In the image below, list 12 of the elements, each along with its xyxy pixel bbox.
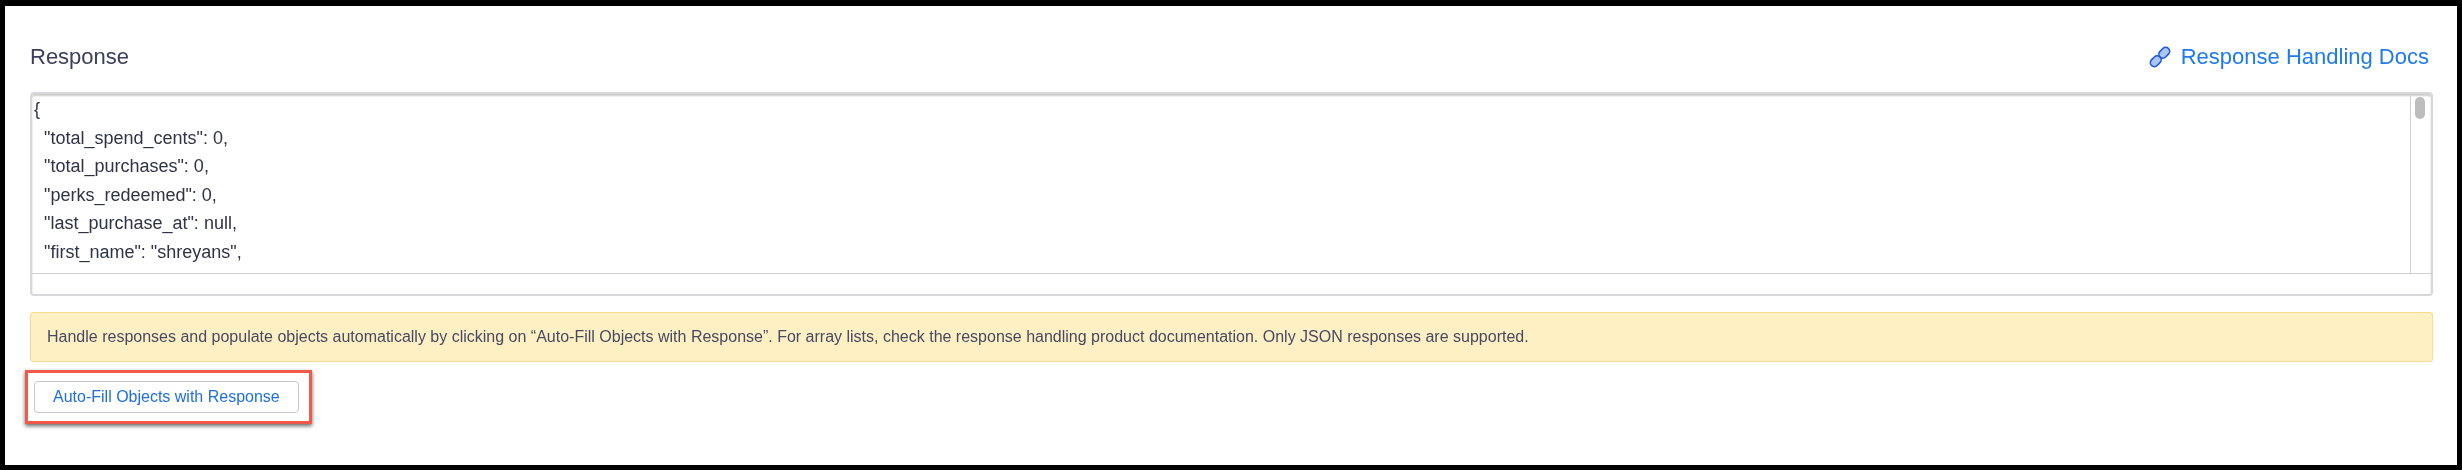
info-notice: Handle responses and populate objects automatically by clicking on “Auto-Fill Objects with Response”. For array lists, check the response handling product documentation. Only JSON responses are supported. [30, 312, 2433, 362]
autofill-button[interactable]: Auto-Fill Objects with Response [34, 381, 299, 413]
section-title: Response [30, 44, 130, 70]
code-line: "first_name": "shreyans", [43, 240, 243, 265]
scrollbar-thumb[interactable] [2415, 97, 2425, 119]
code-line: "total_purchases": 0, [43, 155, 210, 179]
code-line: "total_spend_cents": 0, [43, 126, 229, 151]
code-line: "perks_redeemed": 0, [43, 183, 218, 208]
code-line: { [34, 98, 41, 121]
docs-link[interactable]: Response Handling Docs [2146, 44, 2429, 70]
response-text-area[interactable]: { "total_spend_cents": 0, "total_purchases": 0, "perks_redeemed": 0, "last_purchase_at": null, "first_name": "shreyans", [30, 92, 2433, 296]
code-line: "last_purchase_at": null, [43, 212, 238, 236]
